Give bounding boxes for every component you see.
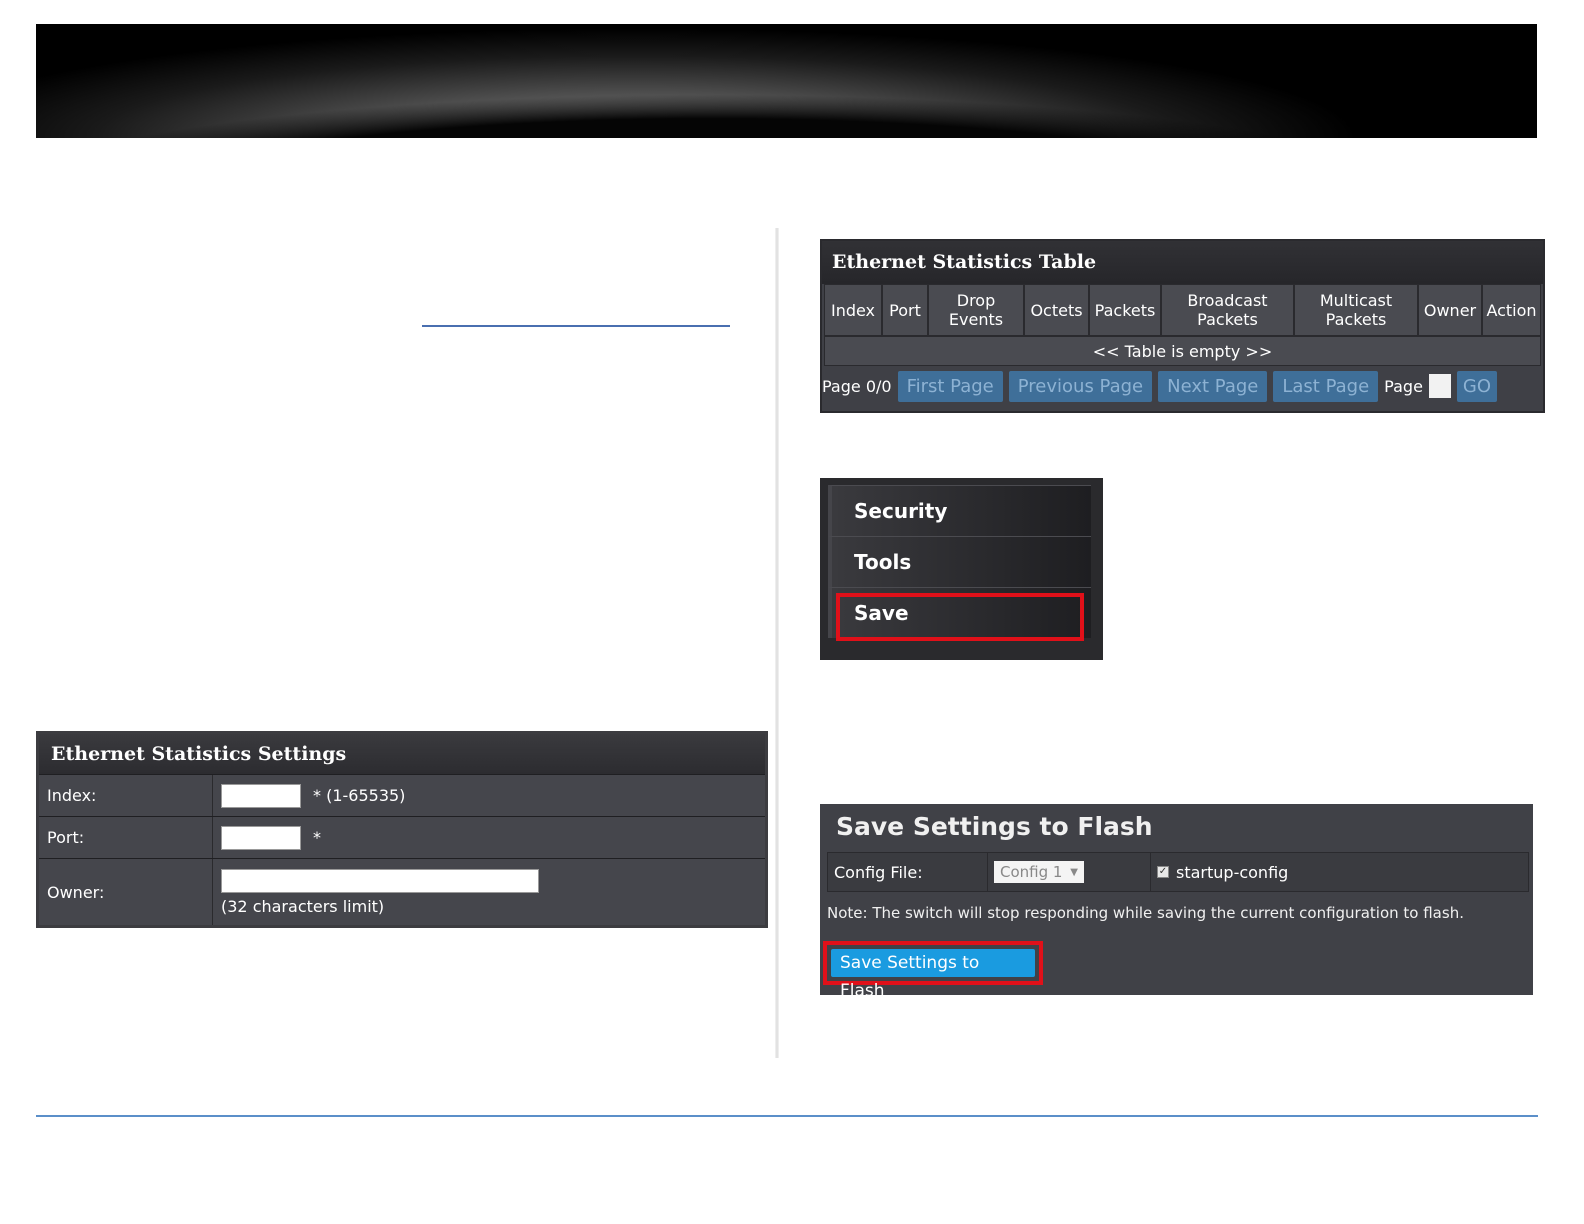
- config-file-label: Config File:: [828, 853, 988, 891]
- config-file-select[interactable]: Config 1 ▼: [994, 861, 1084, 883]
- table-empty-message: << Table is empty >>: [824, 336, 1541, 366]
- port-label: Port:: [39, 817, 213, 858]
- page-number-input[interactable]: [1428, 374, 1451, 398]
- index-row: Index: * (1-65535): [39, 774, 765, 816]
- owner-row: Owner: (32 characters limit): [39, 858, 765, 925]
- col-octets: Octets: [1024, 284, 1089, 336]
- menu-item-security-label: Security: [854, 499, 948, 523]
- first-page-button[interactable]: First Page: [897, 370, 1003, 402]
- col-drop-events: Drop Events: [928, 284, 1024, 336]
- col-owner: Owner: [1418, 284, 1482, 336]
- last-page-button[interactable]: Last Page: [1273, 370, 1379, 402]
- col-multicast-packets: Multicast Packets: [1294, 284, 1418, 336]
- col-index: Index: [824, 284, 882, 336]
- menu-item-save[interactable]: Save: [828, 587, 1091, 641]
- save-settings-to-flash-panel: Save Settings to Flash Config File: Conf…: [820, 804, 1533, 1001]
- menu-item-tools[interactable]: Tools: [828, 536, 1091, 587]
- previous-page-button[interactable]: Previous Page: [1008, 370, 1153, 402]
- startup-config-label: startup-config: [1176, 862, 1289, 882]
- index-input[interactable]: [221, 783, 301, 808]
- page-status: Page 0/0: [822, 376, 892, 396]
- ethernet-statistics-settings-panel: Ethernet Statistics Settings Index: * (1…: [36, 731, 768, 928]
- index-label: Index:: [39, 775, 213, 816]
- save-button-highlight: Save Settings to Flash: [823, 941, 1043, 1001]
- side-menu: Security Tools Save: [820, 478, 1103, 660]
- port-hint: *: [313, 828, 321, 847]
- column-divider: [775, 228, 779, 1058]
- startup-config-checkbox[interactable]: ✓: [1157, 866, 1169, 878]
- owner-input[interactable]: [221, 868, 539, 893]
- col-port: Port: [882, 284, 928, 336]
- header-banner: [36, 24, 1537, 138]
- menu-item-tools-label: Tools: [854, 550, 912, 574]
- config-file-row: Config File: Config 1 ▼ ✓ startup-config: [827, 852, 1529, 892]
- menu-item-save-label: Save: [854, 601, 909, 625]
- save-settings-to-flash-button[interactable]: Save Settings to Flash: [831, 949, 1035, 1001]
- go-button[interactable]: GO: [1456, 370, 1498, 402]
- col-broadcast-packets: Broadcast Packets: [1161, 284, 1294, 336]
- col-packets: Packets: [1089, 284, 1161, 336]
- settings-panel-title: Ethernet Statistics Settings: [39, 734, 765, 774]
- owner-hint: (32 characters limit): [221, 896, 385, 916]
- config-file-selected: Config 1: [1000, 863, 1063, 881]
- col-action: Action: [1482, 284, 1541, 336]
- next-page-button[interactable]: Next Page: [1158, 370, 1268, 402]
- ethernet-statistics-table-panel: Ethernet Statistics Table Index Port Dro…: [820, 239, 1545, 413]
- stats-table-title: Ethernet Statistics Table: [822, 241, 1543, 284]
- page-label: Page: [1384, 376, 1423, 396]
- flash-note: Note: The switch will stop responding wh…: [827, 904, 1464, 922]
- link-underline: [422, 325, 730, 327]
- flash-panel-title: Save Settings to Flash: [836, 812, 1153, 841]
- index-hint: * (1-65535): [313, 786, 406, 805]
- footer-rule: [36, 1115, 1538, 1117]
- table-pager: Page 0/0 First Page Previous Page Next P…: [822, 366, 1543, 406]
- owner-label: Owner:: [39, 859, 213, 925]
- menu-item-security[interactable]: Security: [828, 485, 1091, 536]
- chevron-down-icon: ▼: [1070, 866, 1078, 878]
- port-input[interactable]: [221, 825, 301, 850]
- table-header: Index Port Drop Events Octets Packets Br…: [824, 284, 1541, 336]
- port-row: Port: *: [39, 816, 765, 858]
